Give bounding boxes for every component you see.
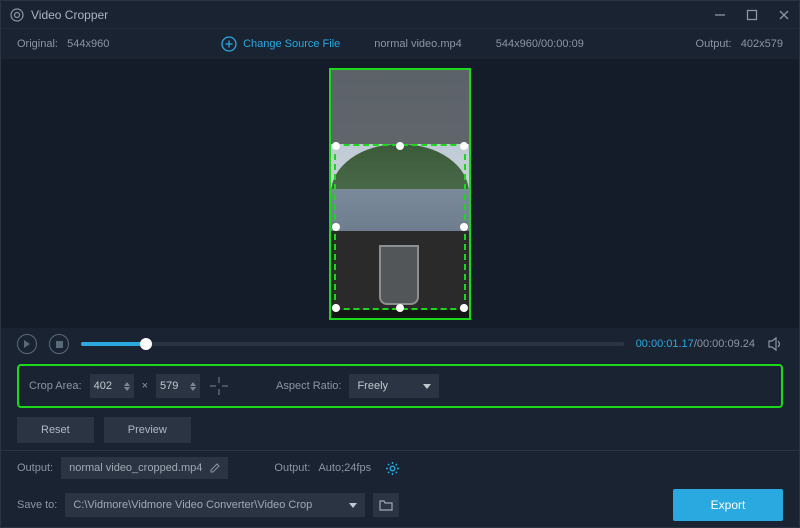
seek-slider[interactable] <box>81 342 624 346</box>
crop-width-value: 402 <box>94 380 124 392</box>
change-source-button[interactable]: Change Source File <box>221 36 340 52</box>
close-button[interactable] <box>777 8 791 22</box>
chevron-down-icon <box>423 384 431 389</box>
crop-controls-panel: Crop Area: 402 × 579 Aspect Ratio: Freel… <box>17 364 783 408</box>
divider <box>1 450 799 451</box>
titlebar: Video Cropper <box>1 1 799 29</box>
chevron-down-icon <box>349 503 357 508</box>
aspect-ratio-value: Freely <box>357 380 388 392</box>
app-icon <box>9 7 25 23</box>
save-path-select[interactable]: C:\Vidmore\Vidmore Video Converter\Video… <box>65 493 365 517</box>
crop-handle-top-left[interactable] <box>332 142 340 150</box>
crop-handle-bot-mid[interactable] <box>396 304 404 312</box>
width-down-icon[interactable] <box>124 387 130 391</box>
width-up-icon[interactable] <box>124 382 130 386</box>
gear-icon <box>385 461 400 476</box>
crosshair-icon <box>210 377 228 395</box>
window-title: Video Cropper <box>31 8 713 22</box>
aspect-ratio-label: Aspect Ratio: <box>276 380 341 392</box>
center-crop-button[interactable] <box>208 375 230 397</box>
original-label: Original: <box>17 38 58 50</box>
crop-handle-mid-left[interactable] <box>332 223 340 231</box>
source-filename: normal video.mp4 <box>374 38 461 50</box>
output-format-label: Output: <box>274 462 310 474</box>
output-file-label: Output: <box>17 462 53 474</box>
crop-rectangle[interactable] <box>334 144 467 310</box>
stop-icon <box>56 341 63 348</box>
video-frame[interactable] <box>329 68 471 320</box>
export-button[interactable]: Export <box>673 489 783 521</box>
stop-button[interactable] <box>49 334 69 354</box>
source-spec: 544x960/00:00:09 <box>496 38 584 50</box>
crop-height-input[interactable]: 579 <box>156 374 200 398</box>
volume-button[interactable] <box>767 336 783 352</box>
plus-circle-icon <box>221 36 237 52</box>
action-row: Reset Preview <box>1 412 799 448</box>
maximize-button[interactable] <box>745 8 759 22</box>
crop-area-label: Crop Area: <box>29 380 82 392</box>
height-up-icon[interactable] <box>190 382 196 386</box>
edit-icon <box>210 463 220 473</box>
playbar: 00:00:01.17/00:00:09.24 <box>1 328 799 360</box>
volume-icon <box>767 336 783 352</box>
save-row: Save to: C:\Vidmore\Vidmore Video Conver… <box>1 483 799 527</box>
play-icon <box>23 340 31 348</box>
original-dimensions: 544x960 <box>67 38 109 50</box>
height-down-icon[interactable] <box>190 387 196 391</box>
aspect-ratio-select[interactable]: Freely <box>349 374 439 398</box>
total-time: 00:00:09.24 <box>697 338 755 350</box>
output-settings-button[interactable] <box>385 461 400 476</box>
save-path-value: C:\Vidmore\Vidmore Video Converter\Video… <box>73 499 312 511</box>
crop-handle-bot-left[interactable] <box>332 304 340 312</box>
change-source-label: Change Source File <box>243 38 340 50</box>
minimize-button[interactable] <box>713 8 727 22</box>
output-filename-box[interactable]: normal video_cropped.mp4 <box>61 457 228 479</box>
crop-width-input[interactable]: 402 <box>90 374 134 398</box>
preview-button[interactable]: Preview <box>104 417 191 443</box>
output-filename: normal video_cropped.mp4 <box>69 462 202 474</box>
output-dimensions: 402x579 <box>741 38 783 50</box>
folder-icon <box>379 499 393 511</box>
preview-area <box>1 59 799 328</box>
dimension-separator: × <box>142 380 148 392</box>
current-time: 00:00:01.17 <box>636 338 694 350</box>
crop-mask-top <box>331 70 469 144</box>
infobar: Original: 544x960 Change Source File nor… <box>1 29 799 59</box>
output-row: Output: normal video_cropped.mp4 Output:… <box>1 453 799 483</box>
output-dim-label: Output: <box>696 38 732 50</box>
play-button[interactable] <box>17 334 37 354</box>
crop-height-value: 579 <box>160 380 190 392</box>
time-display: 00:00:01.17/00:00:09.24 <box>636 338 755 350</box>
open-folder-button[interactable] <box>373 493 399 517</box>
save-to-label: Save to: <box>17 499 57 511</box>
reset-button[interactable]: Reset <box>17 417 94 443</box>
output-format-value: Auto;24fps <box>318 462 371 474</box>
crop-handle-top-mid[interactable] <box>396 142 404 150</box>
seek-thumb[interactable] <box>140 338 152 350</box>
